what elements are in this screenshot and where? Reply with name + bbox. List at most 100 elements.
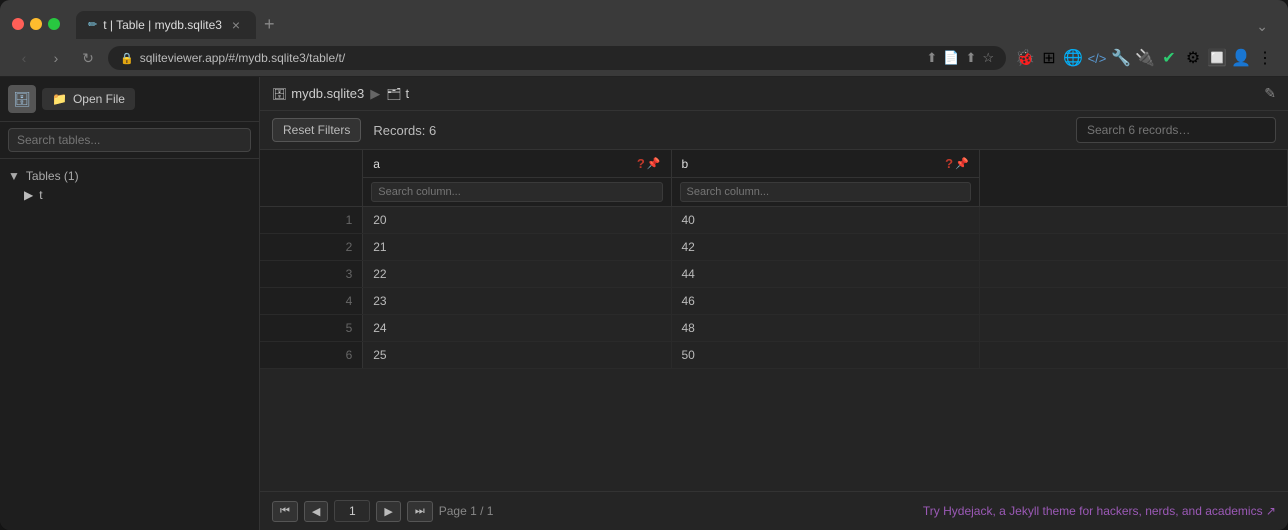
tab-bar: ✏ t | Table | mydb.sqlite3 × + ⌄ [76,10,1276,39]
table-row[interactable]: 62550 [260,342,1288,369]
open-file-icon: 📁 [52,92,67,106]
reset-filters-button[interactable]: Reset Filters [272,118,361,142]
cell-a: 20 [363,207,671,234]
cell-b: 48 [671,315,979,342]
col-a-pin-icon[interactable]: 📌 [647,157,661,170]
cell-extra [979,234,1287,261]
col-a-search-input[interactable] [371,182,662,202]
ext2-icon[interactable]: 🔌 [1134,47,1156,69]
table-row[interactable]: 12040 [260,207,1288,234]
ext5-icon[interactable]: 🔲 [1206,47,1228,69]
main-toolbar: 🗄 mydb.sqlite3 ▶ 🗂 t ✎ [260,77,1288,111]
ext4-icon[interactable]: ⚙ [1182,47,1204,69]
table-row[interactable]: 42346 [260,288,1288,315]
search-tables-input[interactable] [8,128,251,152]
breadcrumb-table-name: t [405,86,409,101]
table-item-name: t [39,188,42,202]
edit-button[interactable]: ✎ [1264,85,1276,102]
main-content: 🗄 mydb.sqlite3 ▶ 🗂 t ✎ Reset Filters Rec… [260,77,1288,530]
prev-page-button[interactable]: ◀ [304,501,328,522]
new-tab-button[interactable]: + [256,10,283,39]
col-header-extra [979,150,1287,207]
page-number-input[interactable] [334,500,370,522]
profile-icon[interactable]: 👤 [1230,47,1252,69]
ext1-icon[interactable]: 🔧 [1110,47,1132,69]
col-a-question-icon[interactable]: ? [637,156,645,171]
breadcrumb: 🗄 mydb.sqlite3 ▶ 🗂 t [272,86,1252,102]
close-traffic-light[interactable] [12,18,24,30]
sidebar-db-icon[interactable]: 🗄 [8,85,36,113]
search-tables-container [0,122,259,159]
search-records-input[interactable] [1076,117,1276,143]
first-page-button[interactable]: ⏮ [272,501,298,522]
breadcrumb-table: 🗂 t [386,86,409,101]
sidebar: 🗄 📁 Open File ▼ Tables (1) ▶ t [0,77,260,530]
browser-window: ✏ t | Table | mydb.sqlite3 × + ⌄ ‹ › ↻ 🔒… [0,0,1288,530]
table-row[interactable]: 32244 [260,261,1288,288]
maximize-traffic-light[interactable] [48,18,60,30]
col-b-pin-icon[interactable]: 📌 [955,157,969,170]
breadcrumb-db-name: mydb.sqlite3 [291,86,364,101]
cell-extra [979,288,1287,315]
extensions-icon[interactable]: 🐞 [1014,47,1036,69]
lock-icon: 🔒 [120,52,134,65]
next-page-button[interactable]: ▶ [376,501,400,522]
data-table: a ? 📌 [260,150,1288,369]
promo-link[interactable]: Try Hydejack, a Jekyll theme for hackers… [923,504,1276,518]
apps-icon[interactable]: ⊞ [1038,47,1060,69]
cell-a: 24 [363,315,671,342]
db-icon: 🗄 [272,87,287,101]
col-b-search [672,177,979,206]
content-toolbar: Reset Filters Records: 6 [260,111,1288,150]
title-bar: ✏ t | Table | mydb.sqlite3 × + ⌄ [0,0,1288,40]
row-num-cell: 1 [260,207,363,234]
forward-button[interactable]: › [44,46,68,70]
minimize-traffic-light[interactable] [30,18,42,30]
open-file-button[interactable]: 📁 Open File [42,88,135,110]
col-a-icons: ? 📌 [637,156,661,171]
table-chevron-icon: ▶ [24,188,33,202]
tab-icon2: 📄 [943,50,959,66]
col-a-search [363,177,670,206]
cell-b: 50 [671,342,979,369]
col-b-search-input[interactable] [680,182,971,202]
cell-extra [979,342,1287,369]
tables-chevron-icon: ▼ [8,169,20,183]
tab-more-button[interactable]: ⌄ [1248,14,1276,39]
table-row[interactable]: 52448 [260,315,1288,342]
page-info: Page 1 / 1 [439,504,494,518]
row-num-header [260,150,363,207]
col-b-name: b [682,157,689,171]
col-header-b: b ? 📌 [671,150,979,207]
devtools-icon[interactable]: </> [1086,47,1108,69]
traffic-lights [12,18,60,30]
address-input[interactable]: 🔒 sqliteviewer.app/#/mydb.sqlite3/table/… [108,46,1006,70]
col-b-question-icon[interactable]: ? [945,156,953,171]
cell-b: 40 [671,207,979,234]
app-content: 🗄 📁 Open File ▼ Tables (1) ▶ t [0,77,1288,530]
ext3-icon[interactable]: ✔ [1158,47,1180,69]
refresh-button[interactable]: ↻ [76,46,100,70]
row-num-cell: 3 [260,261,363,288]
table-container[interactable]: a ? 📌 [260,150,1288,491]
cell-a: 25 [363,342,671,369]
back-button[interactable]: ‹ [12,46,36,70]
cell-b: 44 [671,261,979,288]
last-page-button[interactable]: ⏭ [407,501,433,522]
tables-header[interactable]: ▼ Tables (1) [8,167,251,185]
tables-section: ▼ Tables (1) ▶ t [0,159,259,213]
tables-header-label: Tables (1) [26,169,79,183]
tab-close-button[interactable]: × [228,17,244,33]
active-tab[interactable]: ✏ t | Table | mydb.sqlite3 × [76,11,256,39]
translate-icon[interactable]: 🌐 [1062,47,1084,69]
cell-b: 42 [671,234,979,261]
cell-b: 46 [671,288,979,315]
share-icon: ⬆ [965,50,976,66]
sidebar-item-t[interactable]: ▶ t [8,185,251,205]
menu-icon[interactable]: ⋮ [1254,47,1276,69]
tab-edit-icon: ✏ [88,18,97,31]
breadcrumb-db: 🗄 mydb.sqlite3 [272,86,364,101]
table-row[interactable]: 22142 [260,234,1288,261]
row-num-cell: 4 [260,288,363,315]
bookmark-icon: ☆ [982,50,994,66]
